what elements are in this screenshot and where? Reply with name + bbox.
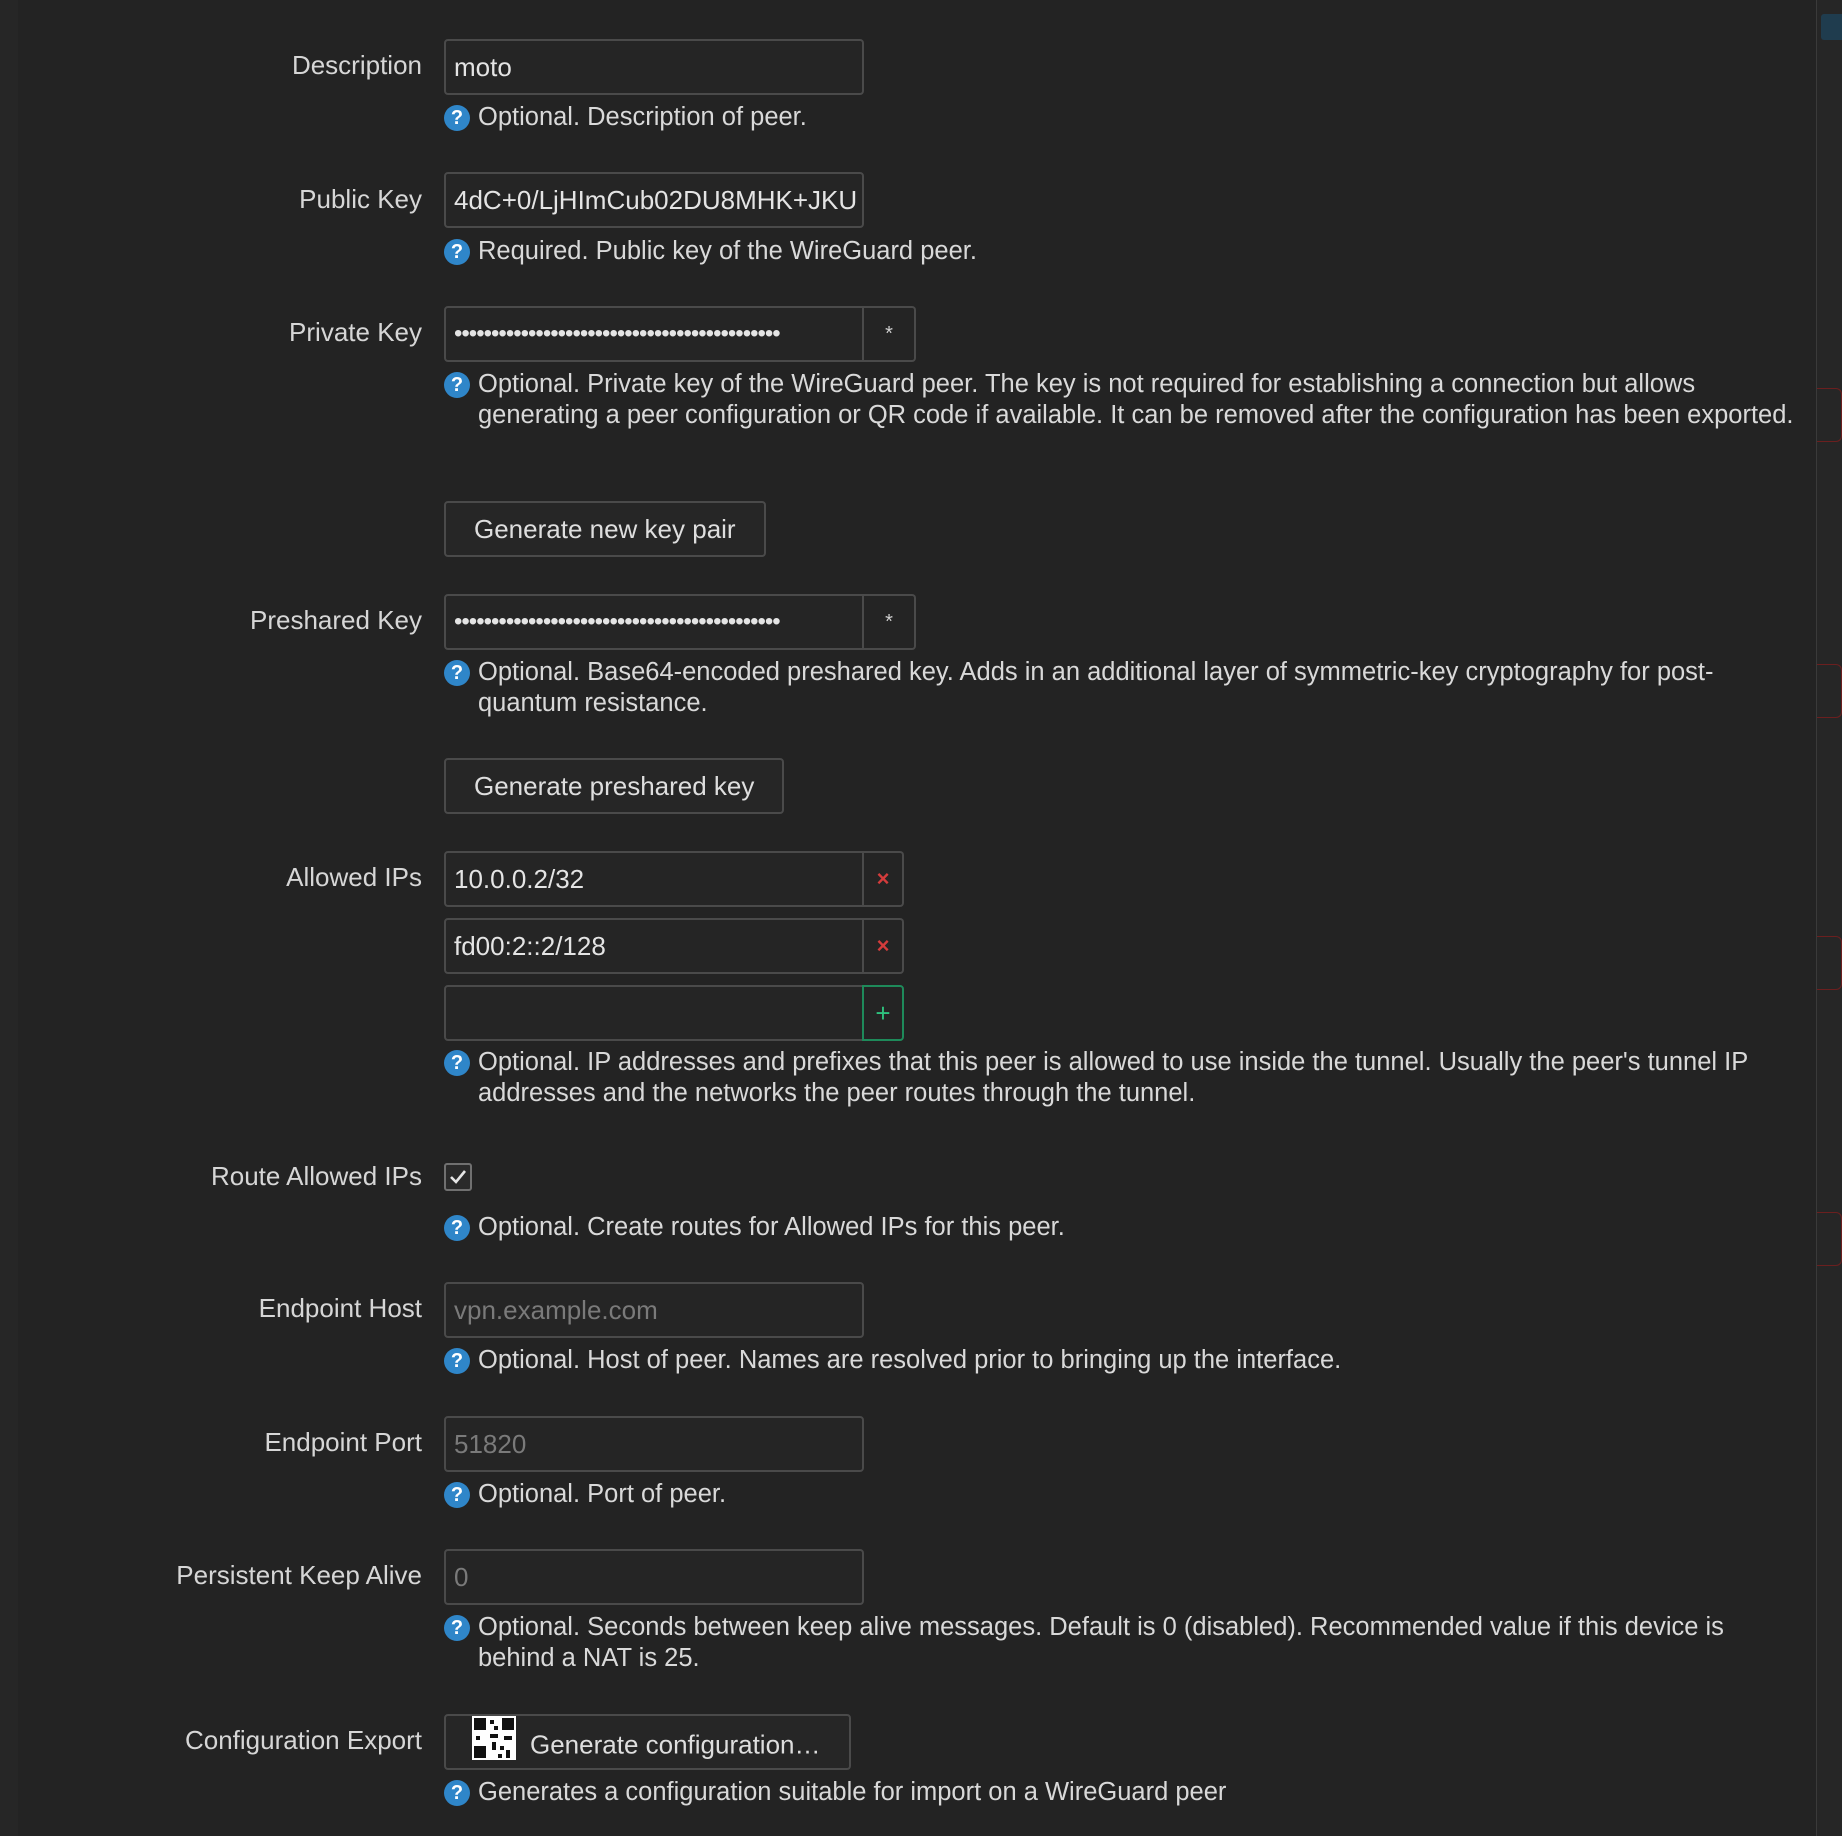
preshared-key-input[interactable]: ••••••••••••••••••••••••••••••••••••••••…	[444, 594, 864, 650]
background-field-edge	[1817, 664, 1842, 718]
config-export-help: ? Generates a configuration suitable for…	[444, 1777, 1794, 1808]
background-page-left	[0, 0, 19, 1836]
endpoint-port-input[interactable]: 51820	[444, 1416, 864, 1472]
preshared-key-reveal-toggle[interactable]: *	[864, 594, 916, 650]
endpoint-port-label: Endpoint Port	[264, 1427, 422, 1457]
endpoint-host-input[interactable]: vpn.example.com	[444, 1282, 864, 1338]
endpoint-host-label: Endpoint Host	[258, 1293, 422, 1323]
private-key-label: Private Key	[289, 317, 422, 347]
public-key-input[interactable]: 4dC+0/LjHImCub02DU8MHK+JKU	[444, 172, 864, 228]
help-icon: ?	[444, 1348, 470, 1374]
add-allowed-ip-icon[interactable]: +	[862, 985, 904, 1041]
persistent-keepalive-label: Persistent Keep Alive	[176, 1560, 422, 1590]
allowed-ip-item[interactable]: fd00:2::2/128	[444, 918, 864, 974]
generate-configuration-label: Generate configuration…	[530, 1729, 821, 1760]
endpoint-port-help: ? Optional. Port of peer.	[444, 1479, 1794, 1510]
help-icon: ?	[444, 660, 470, 686]
new-allowed-ip-input[interactable]	[444, 985, 864, 1041]
route-allowed-ips-checkbox[interactable]	[444, 1163, 472, 1191]
qr-code-icon	[472, 1716, 516, 1777]
route-allowed-ips-help: ? Optional. Create routes for Allowed IP…	[444, 1212, 1794, 1243]
private-key-help: ? Optional. Private key of the WireGuard…	[444, 369, 1794, 431]
background-field-edge	[1817, 1212, 1842, 1266]
allowed-ips-help: ? Optional. IP addresses and prefixes th…	[444, 1047, 1794, 1109]
description-help: ? Optional. Description of peer.	[444, 102, 1794, 133]
remove-allowed-ip-icon[interactable]: ×	[864, 918, 904, 974]
help-icon: ?	[444, 105, 470, 131]
checkmark-icon	[450, 1170, 467, 1184]
config-export-label: Configuration Export	[184, 1725, 422, 1755]
description-label: Description	[291, 50, 422, 80]
background-field-edge	[1817, 388, 1842, 442]
allowed-ip-item[interactable]: 10.0.0.2/32	[444, 851, 864, 907]
persistent-keepalive-input[interactable]: 0	[444, 1549, 864, 1605]
preshared-key-help: ? Optional. Base64-encoded preshared key…	[444, 657, 1794, 719]
help-icon: ?	[444, 1780, 470, 1806]
public-key-help: ? Required. Public key of the WireGuard …	[444, 236, 1794, 267]
generate-configuration-button[interactable]: Generate configuration…	[444, 1714, 851, 1770]
help-icon: ?	[444, 372, 470, 398]
route-allowed-ips-label: Route Allowed IPs	[210, 1161, 422, 1191]
generate-key-pair-button[interactable]: Generate new key pair	[444, 501, 766, 557]
public-key-label: Public Key	[299, 184, 422, 214]
persistent-keepalive-help: ? Optional. Seconds between keep alive m…	[444, 1612, 1794, 1674]
private-key-input[interactable]: ••••••••••••••••••••••••••••••••••••••••…	[444, 306, 864, 362]
endpoint-host-help: ? Optional. Host of peer. Names are reso…	[444, 1345, 1794, 1376]
description-input[interactable]: moto	[444, 39, 864, 95]
help-icon: ?	[444, 1215, 470, 1241]
generate-preshared-key-button[interactable]: Generate preshared key	[444, 758, 785, 814]
background-page-right	[1816, 0, 1842, 1836]
private-key-reveal-toggle[interactable]: *	[864, 306, 916, 362]
help-icon: ?	[444, 239, 470, 265]
preshared-key-label: Preshared Key	[250, 605, 422, 635]
help-icon: ?	[444, 1482, 470, 1508]
background-field-edge	[1817, 936, 1842, 990]
help-icon: ?	[444, 1050, 470, 1076]
remove-allowed-ip-icon[interactable]: ×	[864, 851, 904, 907]
background-badge	[1821, 14, 1842, 40]
allowed-ips-label: Allowed IPs	[286, 862, 422, 892]
peer-edit-modal: Description moto ? Optional. Description…	[18, 0, 1816, 1836]
help-icon: ?	[444, 1615, 470, 1641]
